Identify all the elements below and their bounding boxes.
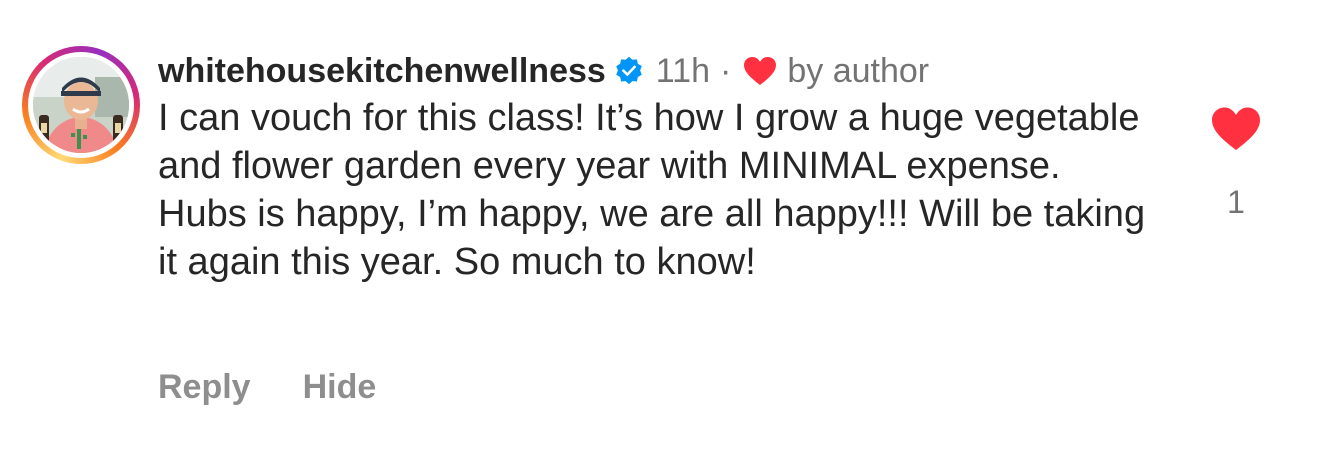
comment-time[interactable]: 11h [656,48,710,94]
like-count[interactable]: 1 [1210,184,1262,221]
avatar-image [33,57,129,153]
verified-badge-icon [616,56,642,85]
comment-text: I can vouch for this class! It’s how I g… [158,97,1146,283]
heart-icon [744,57,777,85]
username-link[interactable]: whitehousekitchenwellness [158,48,606,94]
comment: whitehousekitchenwellness 11h · by autho… [0,0,1320,451]
separator-dot: · [720,52,732,90]
comment-body: whitehousekitchenwellness 11h · by autho… [158,48,1158,286]
avatar-story-ring[interactable] [22,46,140,164]
avatar[interactable] [33,57,129,153]
like-heart-icon[interactable] [1210,106,1262,152]
comment-actions: Reply Hide [158,368,376,407]
hide-button[interactable]: Hide [303,368,377,407]
liked-by-author-label: by author [787,52,930,90]
avatar-ring-gap [28,52,134,158]
comment-header: whitehousekitchenwellness 11h · by autho… [158,48,1158,94]
reply-button[interactable]: Reply [158,368,251,407]
